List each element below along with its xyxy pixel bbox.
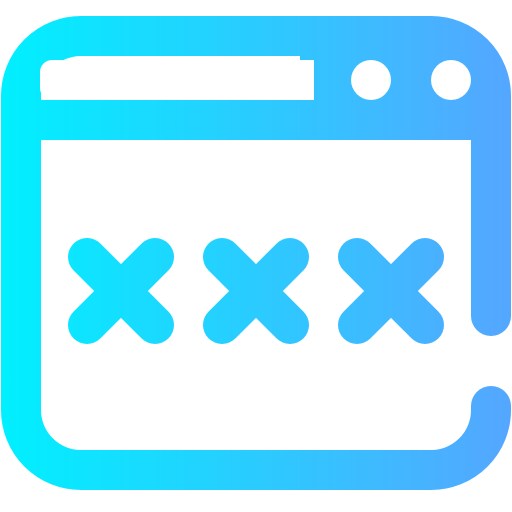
icon-canvas [0, 0, 512, 512]
window-dot-icon [431, 60, 471, 100]
browser-password-icon [1, 16, 511, 490]
cross-icon [203, 238, 309, 344]
cross-icon [68, 238, 174, 344]
title-bar-divider [21, 100, 491, 140]
address-bar [40, 60, 314, 100]
cross-icon [338, 238, 444, 344]
password-mask [68, 238, 444, 344]
window-dot-icon [351, 60, 391, 100]
